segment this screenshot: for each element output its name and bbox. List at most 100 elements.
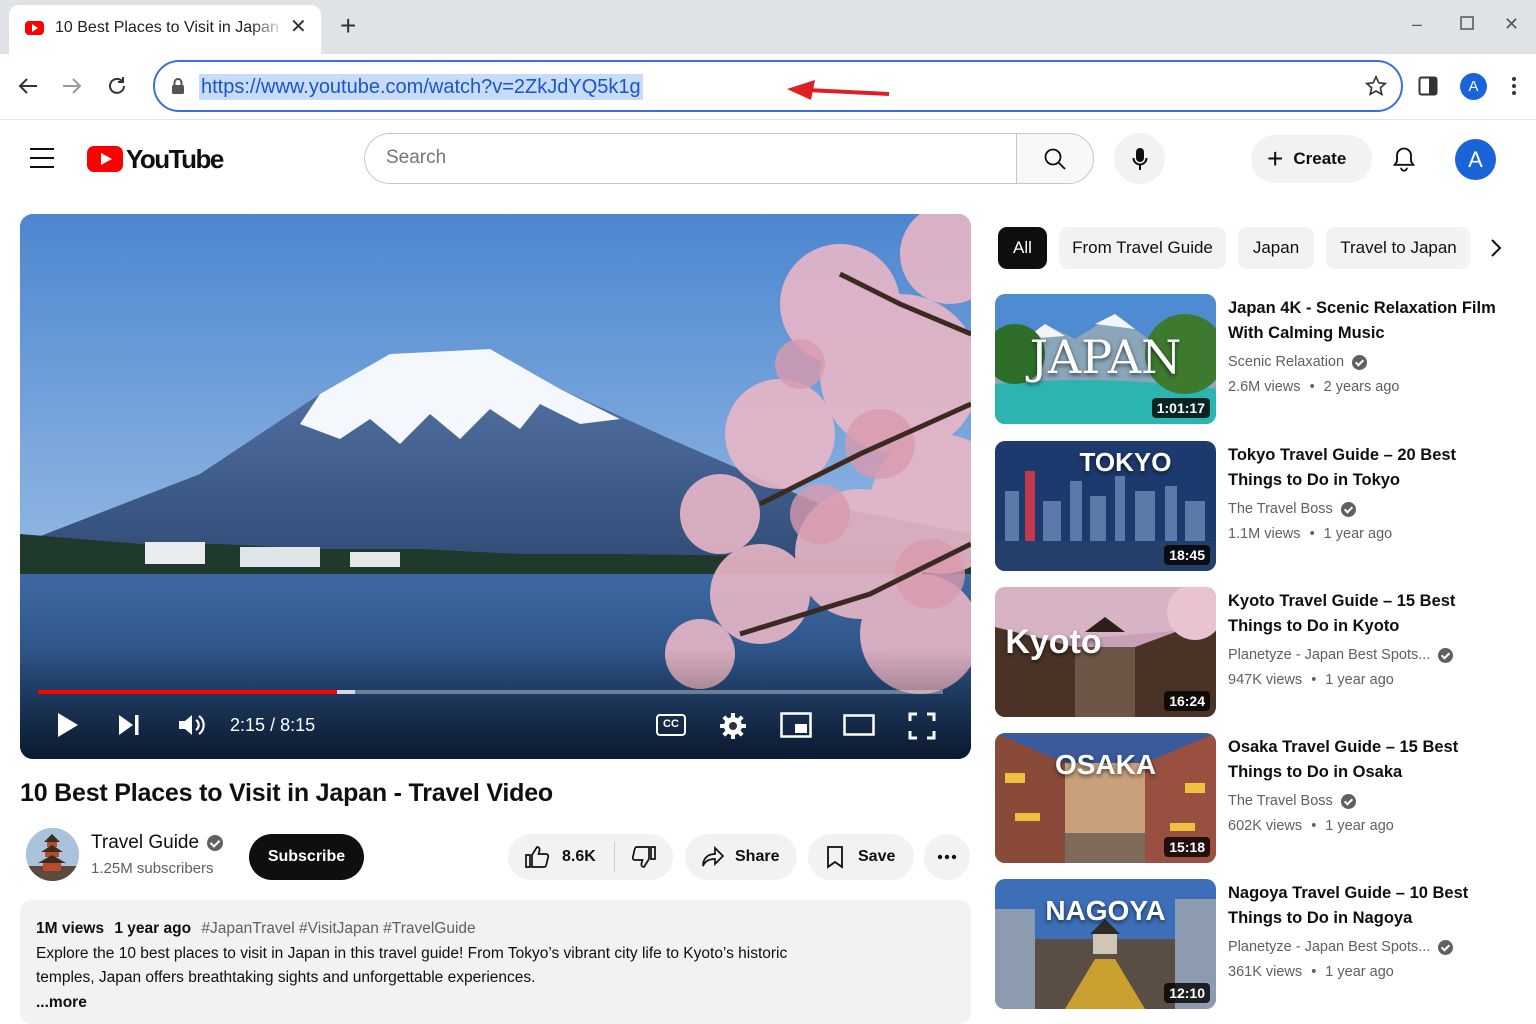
recommendation-thumbnail[interactable]: TOKYO 18:45 [995,441,1216,571]
recommendation-channel[interactable]: The Travel Boss [1228,793,1356,809]
settings-button[interactable] [718,711,748,741]
recommendation-channel-text[interactable]: Planetyze - Japan Best Spots... [1228,647,1430,663]
video-duration: 18:45 [1164,545,1210,565]
account-avatar[interactable]: A [1455,139,1496,180]
miniplayer-button[interactable] [779,711,813,739]
reload-icon[interactable] [103,72,131,100]
create-label: Create [1293,149,1347,168]
description-box[interactable]: 1M views 1 year ago #JapanTravel #VisitJ… [20,900,971,1024]
recommendation-item[interactable]: JAPAN 1:01:17 Japan 4K - Scenic Relaxati… [995,294,1515,426]
progress-bar[interactable] [38,690,943,694]
browser-tab[interactable]: 10 Best Places to Visit in Japan - Trave… [9,5,321,54]
recommendation-views: 947K views [1228,672,1303,688]
tab-close-icon[interactable]: ✕ [290,17,307,37]
thumbnail-overlay-text: OSAKA [1054,749,1157,780]
meta-separator: • [1311,672,1317,688]
channel-avatar[interactable] [26,828,79,881]
chip-all[interactable]: All [998,227,1047,269]
recommendation-age: 1 year ago [1325,964,1394,980]
recommendation-meta: 947K views • 1 year ago [1228,672,1394,688]
next-button[interactable] [115,711,143,739]
plus-icon: + [1267,143,1284,174]
thumbnail-overlay-text: TOKYO [1079,447,1172,477]
description-meta: 1M views 1 year ago #JapanTravel #VisitJ… [36,917,955,942]
back-arrow-icon[interactable] [14,72,42,100]
browser-profile-avatar[interactable]: A [1460,73,1487,100]
recommendation-age: 2 years ago [1323,379,1400,395]
like-count: 8.6K [562,848,596,865]
recommendation-thumbnail[interactable]: OSAKA 15:18 [995,733,1216,863]
video-player[interactable]: 2:15 / 8:15 CC [20,214,971,759]
recommendation-thumbnail[interactable]: NAGOYA 12:10 [995,879,1216,1009]
search-button[interactable] [1016,133,1094,184]
recommendation-title[interactable]: Nagoya Travel Guide – 10 Best Things to … [1228,881,1508,931]
recommendation-title[interactable]: Tokyo Travel Guide – 20 Best Things to D… [1228,443,1508,493]
chevron-right-icon[interactable] [1484,237,1506,259]
bookmark-star-icon[interactable] [1365,75,1387,97]
like-button[interactable]: 8.6K [508,842,615,872]
fullscreen-button[interactable] [907,711,937,741]
recommendation-title[interactable]: Japan 4K - Scenic Relaxation Film With C… [1228,296,1508,346]
create-button[interactable]: + Create [1251,135,1372,183]
thumbs-up-icon [525,846,550,868]
recommendation-channel[interactable]: The Travel Boss [1228,501,1356,517]
minimize-icon[interactable]: – [1412,12,1422,36]
lock-icon[interactable] [171,77,185,95]
verified-check-icon [1352,354,1368,370]
youtube-logo-text: YouTube [126,143,224,174]
theater-mode-button[interactable] [842,711,876,739]
recommendation-channel[interactable]: Planetyze - Japan Best Spots... [1228,647,1454,663]
window-close-icon[interactable]: ✕ [1504,12,1519,36]
recommendation-channel-text[interactable]: The Travel Boss [1228,501,1333,517]
recommendation-meta: 1.1M views • 1 year ago [1228,526,1392,542]
recommendation-item[interactable]: TOKYO 18:45 Tokyo Travel Guide – 20 Best… [995,441,1515,573]
recommendation-meta: 602K views • 1 year ago [1228,818,1394,834]
side-panel-icon[interactable] [1414,72,1442,100]
play-button[interactable] [54,711,82,739]
new-tab-icon[interactable]: + [340,12,356,40]
forward-arrow-icon[interactable] [58,72,86,100]
recommendation-title[interactable]: Kyoto Travel Guide – 15 Best Things to D… [1228,589,1508,639]
share-button[interactable]: Share [685,834,797,880]
show-more-link[interactable]: ...more [36,991,955,1016]
url-text[interactable]: https://www.youtube.com/watch?v=2ZkJdYQ5… [199,74,643,100]
channel-name[interactable]: Travel Guide [91,832,224,854]
dislike-button[interactable] [615,845,675,869]
voice-search-button[interactable] [1114,133,1165,184]
recommendation-channel-text[interactable]: Scenic Relaxation [1228,354,1344,370]
save-button[interactable]: Save [808,834,914,880]
youtube-favicon-icon [25,21,44,35]
recommendation-channel-text[interactable]: The Travel Boss [1228,793,1333,809]
more-actions-button[interactable] [924,834,970,880]
recommendation-thumbnail[interactable]: Kyoto 16:24 [995,587,1216,717]
recommendation-item[interactable]: Kyoto 16:24 Kyoto Travel Guide – 15 Best… [995,587,1515,719]
chip-japan[interactable]: Japan [1238,227,1314,269]
notifications-bell-icon[interactable] [1390,145,1418,173]
chip-travel-to-japan[interactable]: Travel to Japan [1326,227,1471,269]
volume-button[interactable] [176,711,208,739]
recommendation-channel[interactable]: Planetyze - Japan Best Spots... [1228,939,1454,955]
recommendation-thumbnail[interactable]: JAPAN 1:01:17 [995,294,1216,424]
youtube-logo[interactable]: YouTube [87,143,224,174]
subscribe-button[interactable]: Subscribe [249,834,364,880]
video-duration: 15:18 [1164,837,1210,857]
captions-button[interactable]: CC [654,711,688,739]
recommendation-channel-text[interactable]: Planetyze - Japan Best Spots... [1228,939,1430,955]
recommendation-item[interactable]: OSAKA 15:18 Osaka Travel Guide – 15 Best… [995,733,1515,865]
chip-from-travel-guide[interactable]: From Travel Guide [1059,227,1226,269]
channel-name-text[interactable]: Travel Guide [91,832,199,854]
address-bar[interactable]: https://www.youtube.com/watch?v=2ZkJdYQ5… [153,60,1403,112]
verified-check-icon [1340,501,1356,517]
time-total: 8:15 [280,715,316,735]
search-input[interactable]: Search [364,133,1018,184]
hashtags[interactable]: #JapanTravel #VisitJapan #TravelGuide [201,920,475,937]
fullscreen-icon [908,712,936,740]
menu-hamburger-icon[interactable] [30,148,54,168]
recommendation-title[interactable]: Osaka Travel Guide – 15 Best Things to D… [1228,735,1508,785]
recommendation-item[interactable]: NAGOYA 12:10 Nagoya Travel Guide – 10 Be… [995,879,1515,1011]
maximize-icon[interactable] [1460,12,1474,36]
browser-menu-icon[interactable] [1500,72,1528,100]
recommendation-views: 2.6M views [1228,379,1301,395]
recommendation-channel[interactable]: Scenic Relaxation [1228,354,1368,370]
meta-separator: • [1309,526,1315,542]
